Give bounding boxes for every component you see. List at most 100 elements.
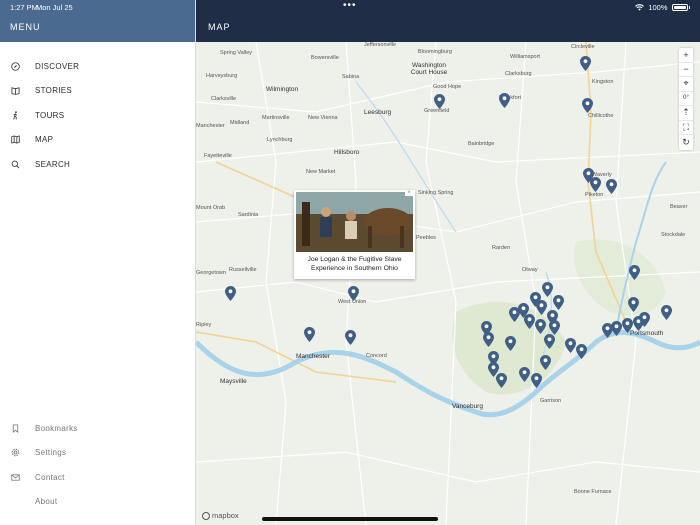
place-label: Leesburg: [364, 109, 392, 116]
map-pin[interactable]: [536, 300, 547, 315]
place-label: Beaver: [670, 204, 688, 210]
sidebar-item-bookmarks[interactable]: Bookmarks: [0, 416, 196, 441]
sidebar-item-contact[interactable]: Contact: [0, 465, 196, 490]
envelope-icon: [10, 472, 20, 482]
sidebar-item-label: Bookmarks: [35, 423, 78, 433]
compass-button[interactable]: ⇡: [679, 106, 693, 121]
map-pin[interactable]: [622, 318, 633, 333]
map-pin[interactable]: [524, 314, 535, 329]
multitasking-dots-icon[interactable]: •••: [343, 0, 357, 11]
map-pin[interactable]: [345, 330, 356, 345]
primary-nav: DISCOVER STORIES TOURS MAP SEARCH: [0, 54, 196, 177]
sidebar-item-tours[interactable]: TOURS: [0, 103, 196, 128]
place-label: Georgetown: [196, 270, 226, 276]
map-pin[interactable]: [509, 307, 520, 322]
bearing-label[interactable]: 0°: [679, 92, 693, 106]
home-indicator[interactable]: [262, 517, 438, 521]
map-pin[interactable]: [544, 334, 555, 349]
map-controls: + − ⌖ 0° ⇡ ⛶ ↻: [679, 48, 693, 150]
place-label: Lynchburg: [267, 137, 293, 143]
gear-icon: [10, 448, 20, 458]
map-pin[interactable]: [661, 305, 672, 320]
place-label: Portsmouth: [630, 330, 664, 337]
map-pin[interactable]: [542, 282, 553, 297]
place-label: Sardinia: [238, 212, 259, 218]
battery-icon: [671, 4, 688, 11]
map-pin[interactable]: [549, 320, 560, 335]
refresh-icon[interactable]: ↻: [679, 135, 693, 150]
map-pin[interactable]: [590, 177, 601, 192]
map-pin[interactable]: [611, 321, 622, 336]
map-pin[interactable]: [540, 355, 551, 370]
sidebar-item-search[interactable]: SEARCH: [0, 152, 196, 177]
battery-cap: [688, 6, 690, 9]
map-pin[interactable]: [565, 338, 576, 353]
map-pin[interactable]: [582, 98, 593, 113]
place-label: Clarksburg: [505, 71, 532, 77]
popup-caption[interactable]: Joe Logan & the Fugitive Slave Experienc…: [296, 255, 413, 273]
place-label: Garrison: [540, 398, 562, 404]
place-label: Piketon: [585, 192, 604, 198]
place-label: Boone Furnace: [574, 489, 612, 495]
map-pin[interactable]: [304, 327, 315, 342]
sidebar-title[interactable]: MENU: [10, 22, 41, 32]
status-bar: 1:27 PM Mon Jul 25 ••• 100%: [0, 0, 700, 14]
map-pin[interactable]: [434, 94, 445, 109]
status-date: Mon Jul 25: [36, 3, 73, 12]
bookmark-icon: [10, 423, 20, 433]
place-label: Fayetteville: [204, 153, 232, 159]
map-pin[interactable]: [505, 336, 516, 351]
place-label: Stockdale: [661, 232, 686, 238]
sidebar-item-label: MAP: [35, 135, 54, 145]
popup-image[interactable]: [296, 192, 413, 252]
place-label: Mount Orab: [196, 205, 226, 211]
status-right: 100%: [635, 3, 690, 12]
book-icon: [10, 86, 20, 96]
locate-icon[interactable]: ⌖: [679, 77, 693, 92]
map-pin[interactable]: [531, 373, 542, 388]
place-popup[interactable]: × Joe Logan & the Fugitive Slave Experie…: [294, 190, 415, 279]
map-pin[interactable]: [639, 312, 650, 327]
place-label: Rarden: [492, 245, 511, 251]
place-label: Clarksville: [211, 96, 237, 102]
close-icon[interactable]: ×: [405, 190, 413, 196]
place-label: Martinsville: [262, 115, 290, 121]
map-pin[interactable]: [496, 373, 507, 388]
mapbox-logo-icon: [202, 511, 210, 520]
sidebar-item-about[interactable]: About: [0, 490, 196, 515]
map-pin[interactable]: [499, 93, 510, 108]
map-pin[interactable]: [628, 297, 639, 312]
sidebar-item-label: About: [35, 497, 58, 507]
sidebar-item-map[interactable]: MAP: [0, 128, 196, 153]
place-label: Bowersville: [311, 55, 339, 61]
map-pin[interactable]: [580, 56, 591, 71]
mapbox-logo-text: mapbox: [212, 511, 239, 520]
place-label: Bloomingburg: [418, 49, 452, 55]
place-label: Spring Valley: [220, 50, 252, 56]
sidebar-item-stories[interactable]: STORIES: [0, 79, 196, 104]
map-pin[interactable]: [629, 265, 640, 280]
place-label: Wilmington: [266, 86, 299, 93]
sidebar: MENU DISCOVER STORIES TOURS MAP SEARCH B…: [0, 0, 196, 525]
sidebar-item-settings[interactable]: Settings: [0, 441, 196, 466]
place-label: Peebles: [416, 235, 436, 241]
map-pin[interactable]: [553, 295, 564, 310]
map-pin[interactable]: [225, 286, 236, 301]
place-label: Sinking Spring: [418, 190, 454, 196]
map-pin[interactable]: [519, 367, 530, 382]
sidebar-item-label: SEARCH: [35, 159, 71, 169]
map-pin[interactable]: [606, 179, 617, 194]
mapbox-logo[interactable]: mapbox: [202, 511, 239, 520]
sidebar-item-label: Contact: [35, 472, 65, 482]
sidebar-item-discover[interactable]: DISCOVER: [0, 54, 196, 79]
map-pin[interactable]: [483, 332, 494, 347]
map-pin[interactable]: [535, 319, 546, 334]
map-pin[interactable]: [576, 344, 587, 359]
zoom-in-button[interactable]: +: [679, 48, 693, 63]
fullscreen-icon[interactable]: ⛶: [679, 121, 693, 135]
zoom-out-button[interactable]: −: [679, 63, 693, 77]
wifi-icon: [635, 4, 645, 11]
search-icon: [10, 159, 20, 169]
map-view[interactable]: Jeffersonville Bloomingburg Williamsport…: [196, 42, 700, 525]
map-pin[interactable]: [348, 286, 359, 301]
